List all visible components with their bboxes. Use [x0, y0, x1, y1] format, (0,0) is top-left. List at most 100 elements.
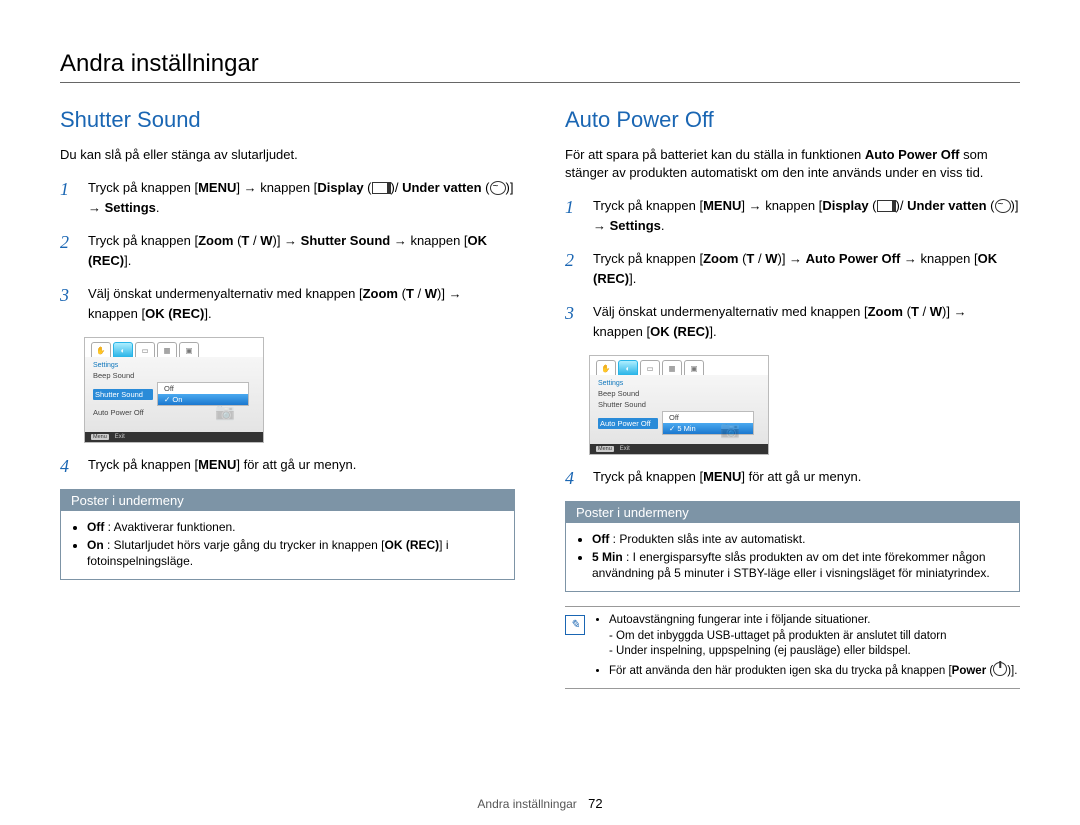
menu-label: Menu	[596, 446, 614, 452]
tab-icon: ✋	[596, 360, 616, 375]
t: On	[87, 538, 104, 552]
t: /	[414, 286, 425, 301]
t: : Produkten slås inte av automatiskt.	[609, 532, 805, 546]
menu-screenshot-shutter: ✋ ◐ ▭ ▦ ▣ Settings Beep Sound Shutter So…	[84, 337, 264, 443]
t: (	[482, 180, 490, 195]
t: Zoom	[198, 233, 233, 248]
exit-label: Exit	[115, 434, 125, 440]
step: Tryck på knappen [MENU] → knappen [Displ…	[565, 196, 1020, 235]
t: Under vatten	[402, 180, 481, 195]
underwater-icon	[490, 181, 506, 195]
t: (	[903, 304, 911, 319]
section-shutter-sound: Shutter Sound	[60, 107, 515, 133]
footer-label: Andra inställningar	[477, 797, 576, 811]
t: MENU	[198, 457, 236, 472]
t: )/	[391, 180, 403, 195]
t: ] för att gå ur menyn.	[236, 457, 356, 472]
tab-icon: ▭	[135, 342, 155, 357]
t: För att använda den här produkten igen s…	[609, 665, 952, 677]
menu-label: Menu	[91, 434, 109, 440]
display-icon	[372, 182, 391, 194]
t: (	[398, 286, 406, 301]
t: Zoom	[363, 286, 398, 301]
t: Zoom	[703, 251, 738, 266]
t: ] → knappen [	[741, 198, 822, 213]
t: : Avaktiverar funktionen.	[104, 520, 235, 534]
menu-item: Auto Power Off	[93, 408, 151, 417]
t: ].	[709, 324, 716, 339]
camera-icon: 📷	[720, 420, 740, 440]
t: - Om det inbyggda USB-uttaget på produkt…	[609, 630, 947, 642]
poster-item: Off : Avaktiverar funktionen.	[87, 519, 504, 535]
t: : I energisparsyfte slås produkten av om…	[592, 550, 990, 580]
t: )/	[896, 198, 908, 213]
poster-heading: Poster i undermeny	[61, 490, 514, 511]
poster-item: On : Slutarljudet hörs varje gång du try…	[87, 537, 504, 569]
step: Välj önskat undermenyalternativ med knap…	[565, 302, 1020, 341]
t: T	[406, 286, 414, 301]
tab-icon: ◐	[113, 342, 133, 357]
section-auto-power-off: Auto Power Off	[565, 107, 1020, 133]
menu-item: Beep Sound	[93, 371, 151, 380]
t: Auto Power Off	[806, 251, 901, 266]
tab-icon: ▦	[662, 360, 682, 375]
t: .	[661, 218, 665, 233]
check-icon: ✓	[164, 395, 170, 404]
divider	[60, 82, 1020, 83]
camera-icon: 📷	[215, 402, 235, 422]
t: /	[754, 251, 765, 266]
t: /	[919, 304, 930, 319]
t: - Under inspelning, uppspelning (ej paus…	[609, 645, 911, 657]
note-box: ✎ Autoavstängning fungerar inte i följan…	[565, 606, 1020, 688]
tab-icon: ▭	[640, 360, 660, 375]
t: För att spara på batteriet kan du ställa…	[565, 147, 865, 162]
t: Zoom	[868, 304, 903, 319]
step: Välj önskat undermenyalternativ med knap…	[60, 284, 515, 323]
t: Settings	[610, 218, 661, 233]
poster-item: 5 Min : I energisparsyfte slås produkten…	[592, 549, 1009, 581]
t: Display	[317, 180, 363, 195]
t: .	[156, 200, 160, 215]
display-icon	[877, 200, 896, 212]
t: W	[930, 304, 942, 319]
t: Tryck på knappen [	[593, 251, 703, 266]
t: T	[911, 304, 919, 319]
t: W	[765, 251, 777, 266]
t: W	[425, 286, 437, 301]
page-footer: Andra inställningar 72	[0, 796, 1080, 811]
t: 5 Min	[592, 550, 623, 564]
menu-screenshot-apo: ✋ ◐ ▭ ▦ ▣ Settings Beep Sound Shutter So…	[589, 355, 769, 455]
t: ].	[204, 306, 211, 321]
option: Off	[158, 383, 248, 394]
t: On	[172, 395, 182, 404]
t: Power	[952, 665, 987, 677]
t: MENU	[703, 469, 741, 484]
poster-left: Poster i undermeny Off : Avaktiverar fun…	[60, 489, 515, 581]
page-number: 72	[588, 796, 602, 811]
poster-right: Poster i undermeny Off : Produkten slås …	[565, 501, 1020, 593]
t: 5 Min	[677, 424, 695, 433]
poster-item: Off : Produkten slås inte av automatiskt…	[592, 531, 1009, 547]
t: → knappen [	[390, 233, 467, 248]
t: ] för att gå ur menyn.	[741, 469, 861, 484]
t: Tryck på knappen [	[88, 457, 198, 472]
tab-icon: ◐	[618, 360, 638, 375]
steps-right-4: Tryck på knappen [MENU] för att gå ur me…	[565, 467, 1020, 487]
step: Tryck på knappen [MENU] för att gå ur me…	[565, 467, 1020, 487]
t: Tryck på knappen [	[88, 180, 198, 195]
t: )] →	[778, 251, 806, 266]
intro-right: För att spara på batteriet kan du ställa…	[565, 146, 1020, 182]
step: Tryck på knappen [Zoom (T / W)] → Auto P…	[565, 249, 1020, 288]
tab-icon: ▣	[684, 360, 704, 375]
exit-label: Exit	[620, 446, 630, 452]
note-icon: ✎	[565, 615, 585, 635]
menu-title: Settings	[85, 361, 263, 370]
intro-left: Du kan slå på eller stänga av slutarljud…	[60, 146, 515, 164]
t: W	[260, 233, 272, 248]
note-item: För att använda den här produkten igen s…	[609, 662, 1017, 680]
t: (	[987, 198, 995, 213]
t: /	[249, 233, 260, 248]
t: (	[986, 665, 993, 677]
t: Settings	[105, 200, 156, 215]
t: (	[869, 198, 877, 213]
